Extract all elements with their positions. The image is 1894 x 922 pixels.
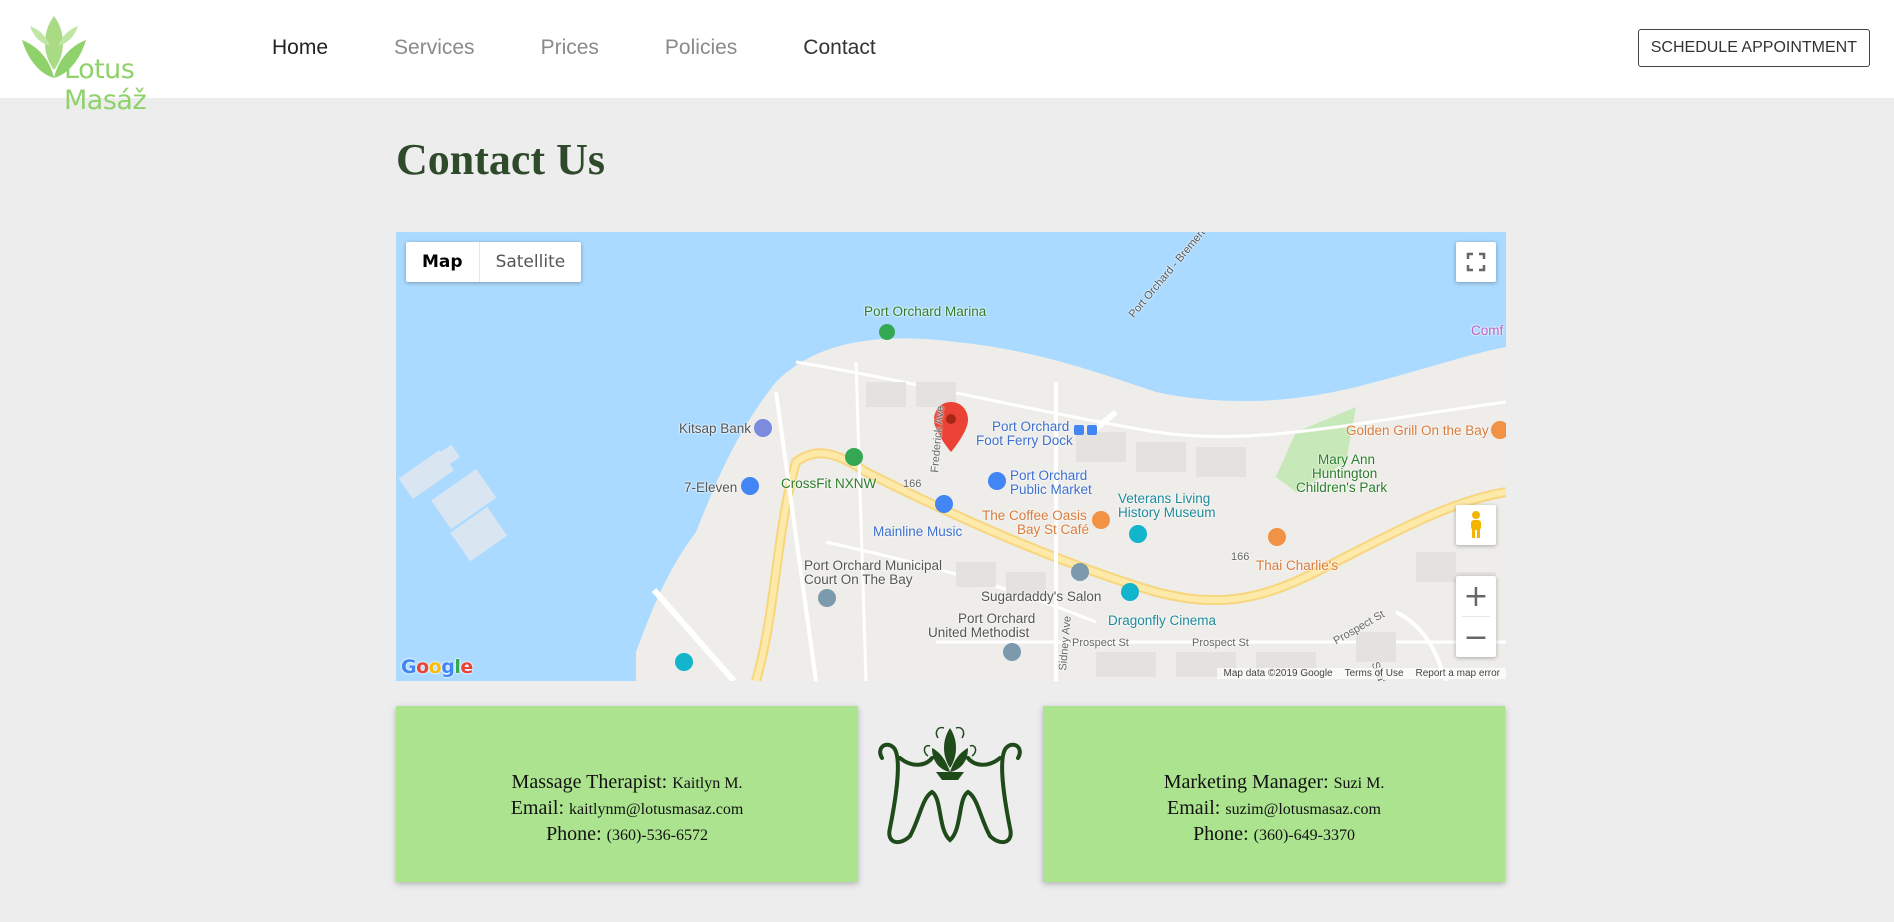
- contact-phone-line: Phone: (360)-536-6572: [396, 822, 858, 848]
- map-label-crossfit[interactable]: CrossFit NXNW: [781, 476, 876, 491]
- nav-prices[interactable]: Prices: [541, 36, 599, 60]
- map-label-public-market-2[interactable]: Public Market: [1010, 482, 1092, 497]
- site-logo[interactable]: Lotus Masáž: [20, 14, 220, 116]
- map-label-ferry-dock-1[interactable]: Port Orchard: [992, 419, 1069, 434]
- map-label-comf[interactable]: Comf: [1471, 323, 1503, 338]
- map-attribution: Map data ©2019 Google Terms of Use Repor…: [1217, 668, 1506, 679]
- zoom-out-button[interactable]: −: [1456, 617, 1496, 657]
- map-label-court-1[interactable]: Port Orchard Municipal: [804, 558, 942, 573]
- map-label-marina[interactable]: Port Orchard Marina: [864, 304, 986, 319]
- map-label-route-166-a: 166: [903, 478, 922, 490]
- map-label-coffee-1[interactable]: The Coffee Oasis: [982, 508, 1087, 523]
- nav-policies[interactable]: Policies: [665, 36, 737, 60]
- terms-of-use-link[interactable]: Terms of Use: [1339, 668, 1410, 679]
- phone-label: Phone:: [1193, 823, 1249, 845]
- email-label: Email:: [1167, 797, 1221, 819]
- main-nav: Home Services Prices Policies Contact: [272, 36, 942, 60]
- map-label-prospect-1: Prospect St: [1072, 637, 1129, 649]
- contact-role-line: Marketing Manager: Suzi M.: [1043, 770, 1505, 796]
- map-label-thai-charlies[interactable]: Thai Charlie's: [1256, 558, 1338, 573]
- map-label-sugardaddy[interactable]: Sugardaddy's Salon: [981, 589, 1101, 604]
- report-map-error-link[interactable]: Report a map error: [1410, 668, 1506, 679]
- map-label-park-2[interactable]: Huntington: [1312, 466, 1377, 481]
- google-logo[interactable]: Google: [401, 656, 473, 678]
- map-label-methodist-1[interactable]: Port Orchard: [958, 611, 1035, 626]
- contact-phone[interactable]: (360)-536-6572: [607, 827, 708, 844]
- fullscreen-button[interactable]: [1456, 242, 1496, 282]
- nav-contact[interactable]: Contact: [803, 36, 875, 60]
- contact-role-line: Massage Therapist: Kaitlyn M.: [396, 770, 858, 796]
- map-label-dragonfly[interactable]: Dragonfly Cinema: [1108, 613, 1216, 628]
- map-label-court-2[interactable]: Court On The Bay: [804, 572, 913, 587]
- map-label-ferry-dock-2[interactable]: Foot Ferry Dock: [976, 433, 1073, 448]
- lotus-monogram-icon: [878, 726, 1022, 845]
- contact-name: Kaitlyn M.: [672, 775, 743, 792]
- nav-home[interactable]: Home: [272, 36, 328, 60]
- map-view-button[interactable]: Map: [406, 242, 480, 282]
- map-label-kitsap-bank[interactable]: Kitsap Bank: [679, 421, 751, 436]
- contact-phone[interactable]: (360)-649-3370: [1254, 827, 1355, 844]
- phone-label: Phone:: [546, 823, 602, 845]
- map-label-park-3[interactable]: Children's Park: [1296, 480, 1387, 495]
- logo-text: Lotus Masáž: [64, 54, 147, 116]
- contact-role: Marketing Manager:: [1163, 771, 1329, 793]
- site-header: Lotus Masáž Home Services Prices Policie…: [0, 0, 1894, 116]
- contact-email-line: Email: suzim@lotusmasaz.com: [1043, 796, 1505, 822]
- contact-name: Suzi M.: [1333, 775, 1385, 792]
- zoom-controls: + −: [1456, 576, 1496, 657]
- contact-card-therapist: Massage Therapist: Kaitlyn M. Email: kai…: [396, 706, 858, 882]
- google-map[interactable]: Map Satellite + − Port Orchard Marina Po…: [396, 232, 1506, 681]
- fullscreen-icon: [1466, 252, 1486, 272]
- satellite-view-button[interactable]: Satellite: [480, 242, 582, 282]
- schedule-appointment-button[interactable]: SCHEDULE APPOINTMENT: [1637, 29, 1870, 67]
- contact-email-line: Email: kaitlynm@lotusmasaz.com: [396, 796, 858, 822]
- map-label-coffee-2[interactable]: Bay St Café: [1017, 522, 1089, 537]
- nav-services[interactable]: Services: [394, 36, 475, 60]
- contact-email[interactable]: kaitlynm@lotusmasaz.com: [569, 801, 743, 818]
- map-data-credit: Map data ©2019 Google: [1223, 668, 1333, 679]
- map-label-veterans-2[interactable]: History Museum: [1118, 505, 1216, 520]
- zoom-in-button[interactable]: +: [1456, 576, 1496, 616]
- email-label: Email:: [510, 797, 565, 819]
- contact-card-marketing: Marketing Manager: Suzi M. Email: suzim@…: [1043, 706, 1505, 882]
- map-label-golden-grill[interactable]: Golden Grill On the Bay: [1346, 423, 1489, 438]
- contact-role: Massage Therapist:: [511, 771, 668, 793]
- map-label-route-166-b: 166: [1231, 551, 1250, 563]
- pegman-icon: [1471, 511, 1481, 538]
- contact-phone-line: Phone: (360)-649-3370: [1043, 822, 1505, 848]
- contact-email[interactable]: suzim@lotusmasaz.com: [1225, 801, 1381, 818]
- map-type-toggle: Map Satellite: [406, 242, 582, 282]
- street-view-pegman[interactable]: [1456, 505, 1496, 545]
- map-label-public-market-1[interactable]: Port Orchard: [1010, 468, 1087, 483]
- map-label-mainline-music[interactable]: Mainline Music: [873, 524, 962, 539]
- map-label-methodist-2[interactable]: United Methodist: [928, 625, 1029, 640]
- map-label-7-eleven[interactable]: 7-Eleven: [684, 480, 737, 495]
- map-label-prospect-2: Prospect St: [1192, 637, 1249, 649]
- map-label-veterans-1[interactable]: Veterans Living: [1118, 491, 1210, 506]
- map-label-park-1[interactable]: Mary Ann: [1318, 452, 1375, 467]
- page-title: Contact Us: [396, 135, 605, 184]
